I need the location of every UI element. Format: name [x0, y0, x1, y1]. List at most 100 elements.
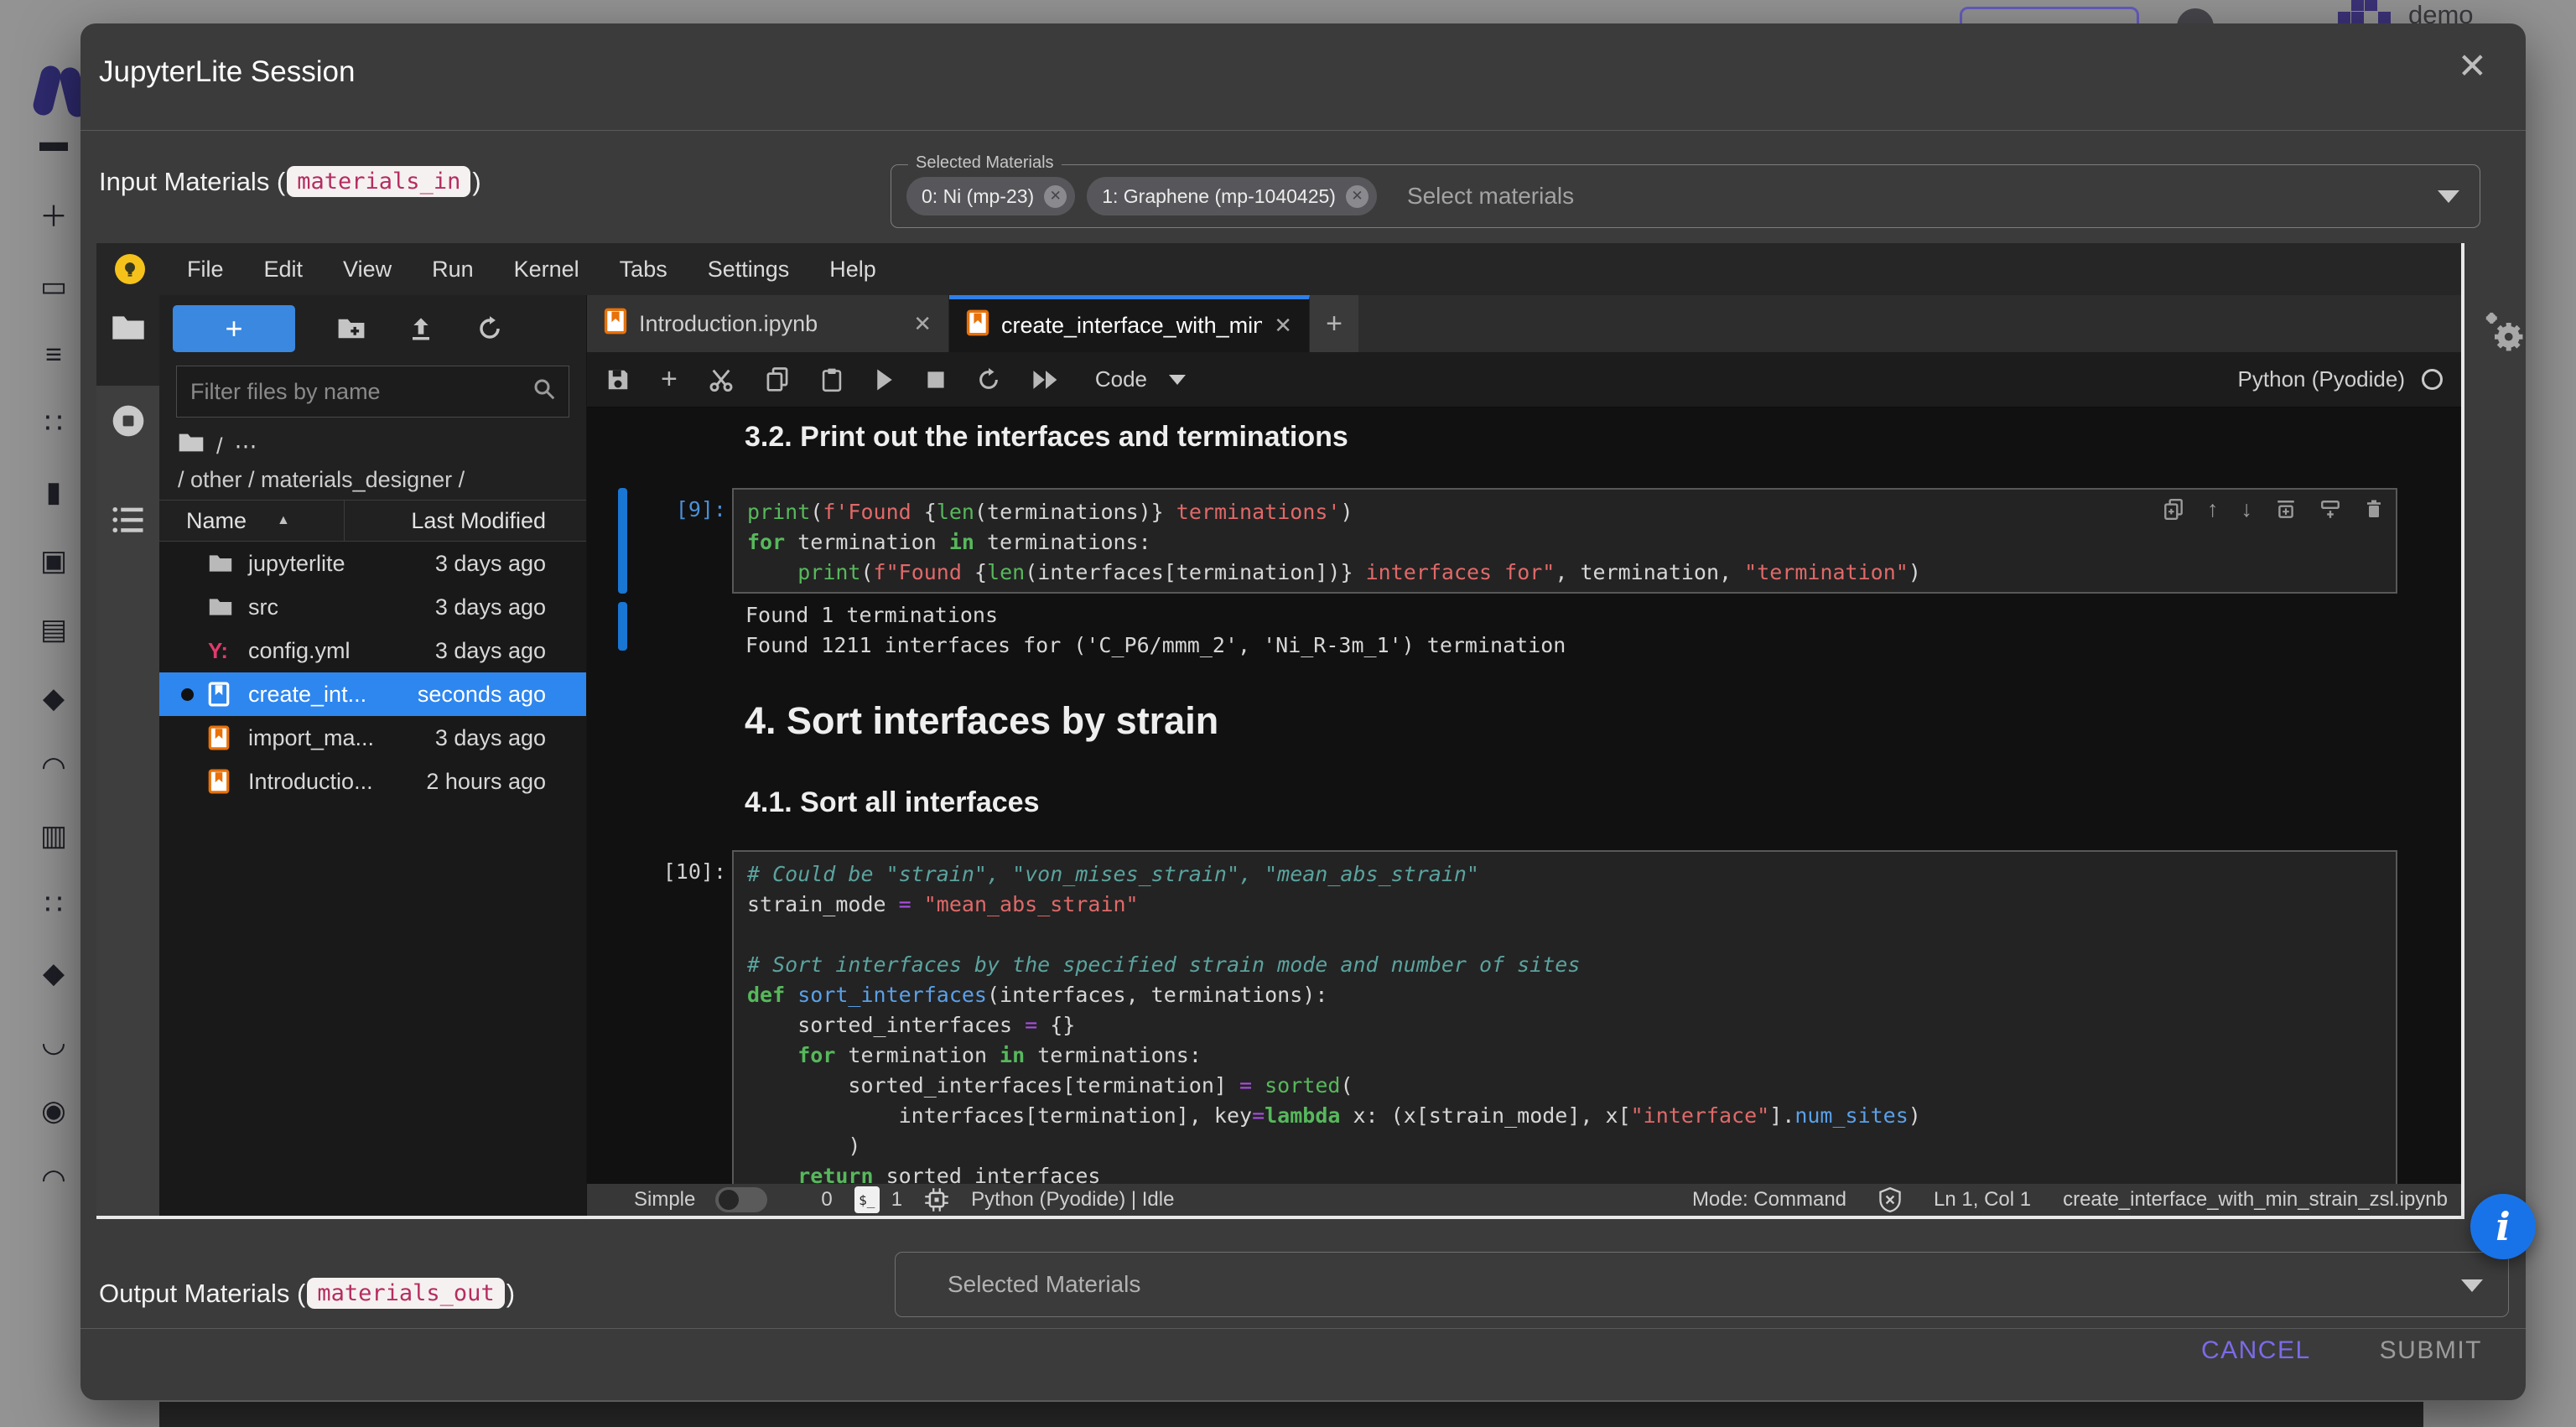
jupyterlab-window: FileEditViewRunKernelTabsSettingsHelp [96, 243, 2464, 1219]
home-folder-icon[interactable] [178, 429, 205, 463]
background-icon: ∷ [32, 407, 75, 440]
run-icon[interactable] [874, 367, 896, 392]
menu-help[interactable]: Help [809, 257, 896, 283]
code-cell-10[interactable]: # Could be "strain", "von_mises_strain",… [732, 850, 2397, 1184]
new-launcher-button[interactable]: + [173, 305, 295, 352]
move-down-icon[interactable]: ↓ [2241, 496, 2253, 522]
add-tab-icon[interactable]: + [1310, 295, 1358, 352]
output-materials-label: Output Materials (materials_out) [99, 1278, 515, 1309]
file-row-create-int-[interactable]: create_int... seconds ago [159, 672, 586, 716]
filter-files-input[interactable]: Filter files by name [176, 366, 569, 418]
background-icon: ▣ [32, 544, 75, 578]
new-folder-icon[interactable] [337, 317, 366, 340]
background-icon: ◠ [32, 750, 75, 784]
tab-create-interface-notebook[interactable]: create_interface_with_min_ ✕ [949, 295, 1310, 352]
info-icon: i [2496, 1204, 2510, 1249]
chevron-down-icon[interactable] [2438, 190, 2459, 203]
simple-mode-toggle[interactable] [715, 1187, 767, 1212]
close-tab-icon[interactable]: ✕ [1274, 313, 1292, 339]
background-icon: ▬ [32, 126, 75, 158]
file-list-header[interactable]: Name ▲ Last Modified [159, 500, 586, 542]
background-icon: ≡ [32, 339, 75, 371]
kernel-name-button[interactable]: Python (Pyodide) [2238, 366, 2405, 392]
markdown-heading-3-2: 3.2. Print out the interfaces and termin… [745, 421, 1348, 454]
paste-icon[interactable] [820, 366, 844, 393]
unsaved-dot-icon [181, 688, 194, 701]
files-tab-icon[interactable] [111, 314, 146, 346]
close-tab-icon[interactable]: ✕ [913, 311, 932, 337]
notebook-content[interactable]: 3.2. Print out the interfaces and termin… [587, 407, 2461, 1184]
file-row-introductio-[interactable]: Introductio... 2 hours ago [159, 760, 586, 803]
input-prompt: [10]: [621, 859, 726, 884]
copy-icon[interactable] [765, 366, 790, 393]
refresh-icon[interactable] [476, 315, 503, 342]
delete-cell-icon[interactable] [2364, 498, 2384, 522]
background-icon: ▤ [32, 613, 75, 646]
command-mode-indicator[interactable]: Mode: Command [1692, 1188, 1846, 1212]
tab-introduction-ipynb[interactable]: Introduction.ipynb ✕ [587, 295, 949, 352]
output-materials-select[interactable]: Selected Materials [895, 1252, 2509, 1317]
table-of-contents-icon[interactable] [111, 503, 146, 541]
chevron-down-icon [1169, 375, 1186, 385]
save-icon[interactable] [605, 367, 631, 392]
menu-edit[interactable]: Edit [244, 257, 324, 283]
move-up-icon[interactable]: ↑ [2207, 496, 2219, 522]
menu-run[interactable]: Run [412, 257, 494, 283]
run-all-icon[interactable] [1031, 369, 1060, 391]
running-sessions-icon[interactable] [110, 402, 147, 444]
chevron-down-icon[interactable] [2461, 1279, 2483, 1292]
menu-settings[interactable]: Settings [688, 257, 810, 283]
cell-type-select[interactable]: Code [1095, 366, 1186, 392]
insert-above-icon[interactable] [2275, 499, 2297, 521]
code-cell-9[interactable]: print(f'Found {len(terminations)} termin… [732, 488, 2397, 594]
cell-collapser[interactable] [618, 488, 627, 594]
stop-icon[interactable] [926, 370, 946, 390]
active-file-name[interactable]: create_interface_with_min_strain_zsl.ipy… [2063, 1188, 2448, 1212]
material-chip[interactable]: 0: Ni (mp-23) ✕ [906, 177, 1075, 215]
close-icon[interactable]: ✕ [2458, 49, 2487, 84]
remove-icon[interactable]: ✕ [1044, 185, 1067, 208]
upload-icon[interactable] [408, 315, 434, 342]
notebook-icon [208, 682, 230, 707]
kernel-count[interactable]: 1 [891, 1188, 902, 1212]
add-cell-icon[interactable]: + [661, 363, 678, 396]
notebook-icon [208, 725, 230, 750]
kernel-status-text[interactable]: Python (Pyodide) | Idle [971, 1188, 1174, 1212]
cancel-button[interactable]: CANCEL [2201, 1336, 2311, 1365]
cursor-position[interactable]: Ln 1, Col 1 [1934, 1188, 2031, 1212]
restart-kernel-icon[interactable] [976, 367, 1001, 392]
breadcrumb-ellipsis[interactable]: ⋯ [235, 429, 257, 463]
folder-icon [208, 597, 233, 617]
notebook-icon [208, 769, 230, 794]
menu-file[interactable]: File [167, 257, 244, 283]
background-icon: ▭ [32, 270, 75, 304]
info-fab-button[interactable]: i [2470, 1194, 2536, 1259]
file-row-jupyterlite[interactable]: jupyterlite 3 days ago [159, 542, 586, 585]
background-icon: ▮ [32, 475, 75, 509]
output-collapser[interactable] [618, 602, 627, 651]
menu-tabs[interactable]: Tabs [600, 257, 688, 283]
app-sidebar-icons: ▬＋▭≡∷▮▣▤◆◠▥∷◆◡◉◠ [32, 126, 75, 1196]
yaml-icon: Y: [208, 638, 228, 664]
folder-icon [208, 553, 233, 573]
selected-materials-field[interactable]: Selected Materials 0: Ni (mp-23) ✕ 1: Gr… [891, 164, 2480, 228]
search-icon [532, 376, 557, 407]
kernel-status-icon[interactable] [2422, 369, 2443, 390]
notebook-icon [604, 308, 627, 340]
activity-bar [96, 295, 159, 1216]
select-materials-placeholder[interactable]: Select materials [1407, 183, 1574, 210]
cut-icon[interactable] [708, 366, 735, 393]
material-chip[interactable]: 1: Graphene (mp-1040425) ✕ [1087, 177, 1377, 215]
duplicate-cell-icon[interactable] [2163, 498, 2184, 522]
remove-icon[interactable]: ✕ [1346, 185, 1368, 208]
submit-button[interactable]: SUBMIT [2380, 1336, 2482, 1365]
terminal-count[interactable]: 0 [821, 1188, 832, 1212]
file-row-import-ma-[interactable]: import_ma... 3 days ago [159, 716, 586, 760]
settings-gears-icon[interactable] [2484, 312, 2527, 360]
file-row-src[interactable]: src 3 days ago [159, 585, 586, 629]
menu-view[interactable]: View [323, 257, 412, 283]
menu-kernel[interactable]: Kernel [494, 257, 600, 283]
file-row-config-yml[interactable]: Y: config.yml 3 days ago [159, 629, 586, 672]
breadcrumb[interactable]: / ⋯ / other / materials_designer / [159, 418, 586, 500]
insert-below-icon[interactable] [2319, 499, 2341, 521]
